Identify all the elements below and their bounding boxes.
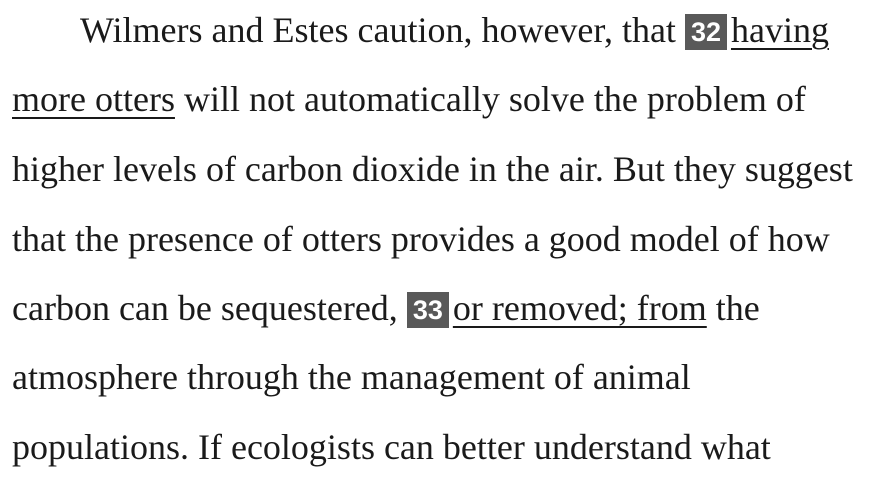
passage-text: Wilmers and Estes caution, however, that [80,10,676,50]
question-number-badge-32[interactable]: 32 [684,14,727,50]
passage-text: carbon can be sequestered, [12,288,398,328]
passage-line-3: higher levels of carbon dioxide in the a… [12,149,853,189]
passage-line-6: atmosphere through the management of ani… [12,357,691,397]
passage-text: will not automatically solve the problem… [183,79,806,119]
passage-text: that the presence of otters provides a g… [12,219,830,259]
question-number-badge-33[interactable]: 33 [406,292,449,328]
passage-text: higher levels of carbon dioxide in the a… [12,149,853,189]
passage-text: atmosphere through the management of ani… [12,357,691,397]
passage-line-7: populations. If ecologists can better un… [12,427,771,467]
passage-line-5: carbon can be sequestered, 33 or removed;… [12,288,760,328]
passage-text: populations. If ecologists can better un… [12,427,771,467]
underlined-portion-32-continued[interactable]: more otters [12,79,175,119]
underlined-portion-32[interactable]: having [731,10,829,50]
passage-line-1: Wilmers and Estes caution, however, that… [80,10,829,50]
underlined-portion-33[interactable]: or removed; from [453,288,707,328]
passage-line-2: more otters will not automatically solve… [12,79,806,119]
passage-line-4: that the presence of otters provides a g… [12,219,830,259]
passage-text: the [715,288,760,328]
